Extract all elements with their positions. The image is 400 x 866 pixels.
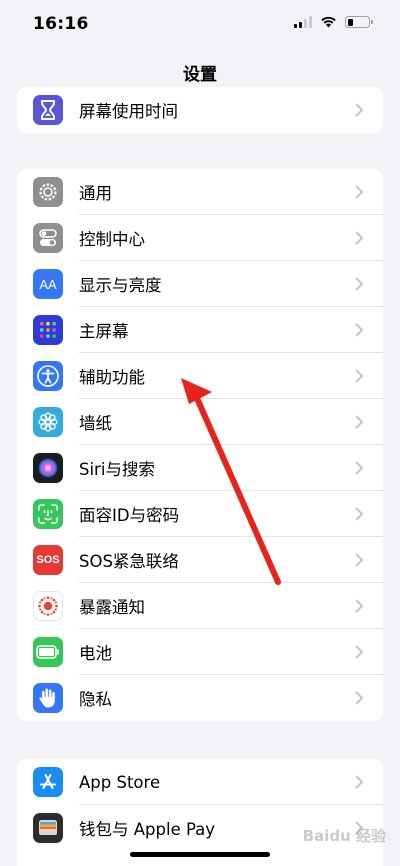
chevron-right-icon <box>355 599 364 613</box>
settings-row-label: 主屏幕 <box>79 322 129 341</box>
exposure-icon <box>33 591 63 621</box>
gear-icon <box>33 177 63 207</box>
chevron-right-icon <box>355 507 364 521</box>
flower-icon <box>33 407 63 437</box>
wifi-icon <box>321 16 336 28</box>
settings-group-screen-time: 屏幕使用时间 <box>17 87 383 133</box>
settings-row-label: 面容ID与密码 <box>79 506 180 525</box>
toggles-icon <box>33 223 63 253</box>
chevron-right-icon <box>355 415 364 429</box>
status-bar: 16:16 <box>0 0 400 50</box>
siri-icon <box>33 453 63 483</box>
settings-row-sos[interactable]: SOS SOS紧急联络 <box>17 537 383 583</box>
chevron-right-icon <box>355 645 364 659</box>
settings-row-label: SOS紧急联络 <box>79 552 179 571</box>
settings-row-label: Siri与搜索 <box>79 460 155 479</box>
settings-row-label: 通用 <box>79 184 112 203</box>
chevron-right-icon <box>355 323 364 337</box>
battery-status-icon <box>345 16 373 28</box>
faceid-icon <box>33 499 63 529</box>
watermark: Baidu 经验 <box>302 827 386 845</box>
settings-row-privacy[interactable]: 隐私 <box>17 675 383 721</box>
settings-row-app-store[interactable]: App Store <box>17 759 383 805</box>
settings-row-screen-time[interactable]: 屏幕使用时间 <box>17 87 383 133</box>
settings-row-label: 控制中心 <box>79 230 145 249</box>
settings-row-exposure[interactable]: 暴露通知 <box>17 583 383 629</box>
chevron-right-icon <box>355 691 364 705</box>
chevron-right-icon <box>355 553 364 567</box>
settings-row-label: 墙纸 <box>79 414 112 433</box>
aa-icon: AA <box>33 269 63 299</box>
chevron-right-icon <box>355 775 364 789</box>
settings-row-label: App Store <box>79 772 161 792</box>
wallet-icon <box>33 813 63 843</box>
settings-row-control-center[interactable]: 控制中心 <box>17 215 383 261</box>
settings-row-label: 辅助功能 <box>79 368 145 387</box>
settings-row-display-brightness[interactable]: AA 显示与亮度 <box>17 261 383 307</box>
accessibility-icon <box>33 361 63 391</box>
settings-group-general: 通用 控制中心 AA 显示与亮度 主屏幕 辅助功能 墙纸 Siri与搜索 面容I… <box>17 169 383 721</box>
settings-row-general[interactable]: 通用 <box>17 169 383 215</box>
chevron-right-icon <box>355 277 364 291</box>
chevron-right-icon <box>355 369 364 383</box>
home-grid-icon <box>33 315 63 345</box>
chevron-right-icon <box>355 103 364 117</box>
sos-icon: SOS <box>33 545 63 575</box>
chevron-right-icon <box>355 231 364 245</box>
battery-icon <box>33 637 63 667</box>
settings-row-battery[interactable]: 电池 <box>17 629 383 675</box>
settings-row-faceid-passcode[interactable]: 面容ID与密码 <box>17 491 383 537</box>
home-indicator <box>130 852 270 857</box>
settings-row-label: 钱包与 Apple Pay <box>79 820 216 839</box>
settings-row-siri-search[interactable]: Siri与搜索 <box>17 445 383 491</box>
settings-row-label: 屏幕使用时间 <box>79 102 178 121</box>
appstore-icon <box>33 767 63 797</box>
hourglass-icon <box>33 95 63 125</box>
status-time: 16:16 <box>33 14 89 34</box>
settings-row-wallpaper[interactable]: 墙纸 <box>17 399 383 445</box>
chevron-right-icon <box>355 461 364 475</box>
settings-row-label: 隐私 <box>79 690 112 709</box>
settings-row-label: 暴露通知 <box>79 598 145 617</box>
settings-row-accessibility[interactable]: 辅助功能 <box>17 353 383 399</box>
settings-row-home-screen[interactable]: 主屏幕 <box>17 307 383 353</box>
cellular-signal-icon <box>294 16 312 28</box>
settings-group-store: App Store 钱包与 Apple Pay <box>17 759 383 866</box>
settings-row-label: 显示与亮度 <box>79 276 162 295</box>
hand-icon <box>33 683 63 713</box>
settings-row-label: 电池 <box>79 644 112 663</box>
chevron-right-icon <box>355 185 364 199</box>
page-title: 设置 <box>183 65 217 85</box>
status-icons <box>294 16 373 28</box>
